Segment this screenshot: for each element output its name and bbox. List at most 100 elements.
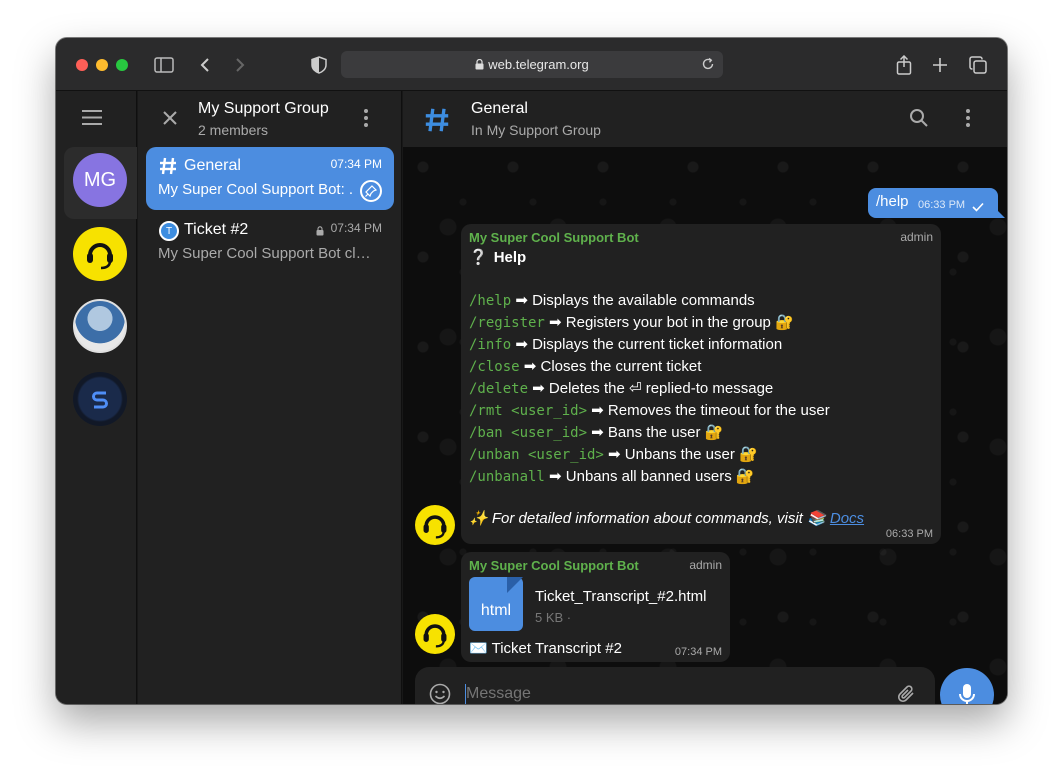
books-icon: 📚	[807, 510, 826, 527]
command-description: Displays the current ticket information	[532, 336, 783, 353]
lock-key-icon: 🔐	[704, 424, 724, 441]
brand-s-avatar[interactable]	[73, 372, 127, 426]
message-time: 07:34 PM	[674, 646, 722, 658]
headset-icon	[87, 243, 113, 270]
file-icon[interactable]: html	[469, 577, 523, 631]
tab-overview-icon[interactable]	[966, 53, 990, 77]
chat-title: Ticket #2	[184, 221, 249, 238]
user-avatar-photo[interactable]	[73, 299, 127, 353]
command[interactable]: /unban <user_id>	[469, 447, 604, 463]
shield-icon[interactable]	[307, 53, 331, 77]
chat-preview: My Super Cool Support Bot cl…	[158, 245, 371, 262]
headset-icon	[423, 515, 447, 539]
command-description: Registers your bot in the group	[565, 314, 771, 331]
chat-title[interactable]: General	[471, 100, 528, 118]
command-line: /unban <user_id> ➡ Unbans the user 🔐	[469, 446, 758, 463]
ticket-avatar: T	[159, 221, 179, 241]
message-time: 06:33 PM	[885, 528, 933, 540]
close-window-button[interactable]	[76, 59, 88, 71]
group-title: My Support Group	[198, 100, 329, 117]
command-line: /close ➡ Closes the current ticket	[469, 358, 702, 375]
lock-key-icon: 🔐	[775, 314, 794, 331]
address-bar[interactable]: web.telegram.org	[341, 51, 723, 78]
group-members-count: 2 members	[198, 122, 269, 138]
command-line: /ban <user_id> ➡ Bans the user 🔐	[469, 424, 724, 441]
file-message[interactable]: My Super Cool Support Bot admin html Tic…	[461, 552, 730, 662]
minimize-window-button[interactable]	[96, 59, 108, 71]
command-description: Unbans all banned users	[565, 468, 732, 485]
message-input[interactable]	[466, 681, 866, 704]
topic-hashtag-icon[interactable]	[423, 106, 451, 139]
command[interactable]: /rmt <user_id>	[469, 403, 587, 419]
support-bot-avatar[interactable]	[73, 227, 127, 281]
command-description: Closes the current ticket	[540, 358, 702, 375]
sidebar-toggle-icon[interactable]	[152, 53, 176, 77]
chat-time: 07:34 PM	[330, 221, 382, 235]
message-sender[interactable]: My Super Cool Support Bot	[469, 230, 639, 245]
browser-window: web.telegram.org MG My Support Group 2 m…	[56, 38, 1007, 704]
bot-avatar[interactable]	[415, 505, 455, 545]
message-text: /help	[876, 193, 909, 210]
command[interactable]: /close	[469, 359, 520, 375]
message-time: 06:33 PM	[918, 199, 966, 211]
browser-toolbar: web.telegram.org	[56, 38, 1007, 91]
command-description: Unbans the user	[624, 446, 735, 463]
hamburger-menu-icon[interactable]	[82, 110, 102, 130]
chat-header: General In My Support Group	[403, 91, 1007, 147]
bot-avatar[interactable]	[415, 614, 455, 654]
more-options-icon[interactable]	[364, 109, 368, 132]
chat-list-panel: My Support Group 2 members General 07:34…	[138, 91, 402, 704]
command-line: /unbanall ➡ Unbans all banned users 🔐	[469, 468, 755, 485]
search-icon[interactable]	[909, 108, 929, 133]
url-text: web.telegram.org	[488, 57, 589, 72]
docs-link[interactable]: Docs	[830, 510, 864, 527]
help-title-text: Help	[493, 249, 527, 266]
command[interactable]: /register	[469, 315, 545, 331]
folder-avatar-mg[interactable]: MG	[73, 153, 127, 207]
command-line: /info ➡ Displays the current ticket info…	[469, 336, 783, 353]
command[interactable]: /delete	[469, 381, 528, 397]
admin-badge: admin	[689, 558, 722, 572]
close-topic-list-icon[interactable]	[162, 110, 178, 131]
new-tab-icon[interactable]	[928, 53, 952, 77]
chat-item-ticket-2[interactable]: T Ticket #2 07:34 PM My Super Cool Suppo…	[146, 211, 394, 274]
share-icon[interactable]	[892, 53, 916, 77]
back-icon[interactable]	[193, 53, 217, 77]
file-extension: html	[480, 602, 512, 619]
command-line: /register ➡ Registers your bot in the gr…	[469, 314, 794, 331]
message-composer	[415, 667, 935, 704]
caption-text: Ticket Transcript #2	[491, 640, 622, 657]
microphone-icon	[959, 684, 975, 704]
command[interactable]: /info	[469, 337, 511, 353]
command[interactable]: /unbanall	[469, 469, 545, 485]
s-logo-icon	[92, 391, 108, 409]
message-sender[interactable]: My Super Cool Support Bot	[469, 558, 639, 573]
zoom-window-button[interactable]	[116, 59, 128, 71]
footer-text: For detailed information about commands,…	[491, 510, 803, 527]
chat-item-general[interactable]: General 07:34 PM My Super Cool Support B…	[146, 147, 394, 210]
emoji-icon[interactable]	[429, 683, 451, 704]
read-check-icon	[972, 199, 984, 217]
folders-sidebar: MG	[56, 91, 137, 704]
command[interactable]: /help	[469, 293, 511, 309]
forward-icon[interactable]	[228, 53, 252, 77]
help-message[interactable]: My Super Cool Support Bot admin ❔ Help /h…	[461, 224, 941, 544]
headset-icon	[423, 624, 447, 648]
lock-key-icon: 🔐	[739, 446, 758, 463]
help-title: ❔ Help	[469, 248, 526, 266]
chat-preview: My Super Cool Support Bot: ...	[158, 181, 354, 198]
folder-avatar-initials: MG	[83, 168, 117, 191]
reload-icon[interactable]	[701, 57, 715, 76]
chat-panel: General In My Support Group /help 06:33 …	[403, 91, 1007, 704]
command[interactable]: /ban <user_id>	[469, 425, 587, 441]
file-name: Ticket_Transcript_#2.html	[535, 588, 707, 605]
ticket-avatar-letter: T	[165, 225, 173, 237]
command-line: /help ➡ Displays the available commands	[469, 292, 755, 309]
lock-icon	[316, 223, 324, 241]
more-options-icon[interactable]	[966, 109, 970, 132]
attach-icon[interactable]	[897, 683, 917, 704]
outgoing-message[interactable]: /help 06:33 PM	[868, 188, 1005, 218]
help-footer: ✨ For detailed information about command…	[469, 509, 864, 527]
lock-icon	[475, 58, 484, 73]
pin-icon	[360, 180, 382, 202]
